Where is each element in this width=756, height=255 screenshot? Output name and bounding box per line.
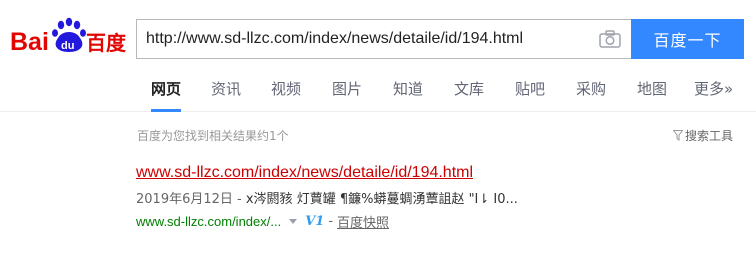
filter-icon — [673, 130, 683, 141]
result-display-url[interactable]: www.sd-llzc.com/index/... — [136, 214, 281, 229]
tab-web[interactable]: 网页 — [151, 78, 182, 112]
svg-text:百度: 百度 — [86, 31, 127, 55]
search-tools-button[interactable]: 搜索工具 — [673, 127, 733, 144]
baidu-logo[interactable]: Bai du 百度 — [10, 16, 128, 56]
tab-purchase[interactable]: 采购 — [576, 78, 606, 112]
separator: - — [328, 214, 334, 229]
result-date: 2019年6月12日 - — [136, 192, 242, 207]
tab-news[interactable]: 资讯 — [211, 78, 241, 112]
search-input[interactable] — [137, 20, 587, 58]
search-button[interactable]: 百度一下 — [631, 19, 744, 59]
result-meta: www.sd-llzc.com/index/... V1 - 百度快照 — [136, 212, 746, 231]
result-stats: 百度为您找到相关结果约1个 — [137, 129, 289, 143]
search-box — [136, 19, 631, 59]
search-tabs: 网页 资讯 视频 图片 知道 文库 贴吧 采购 地图 更多 — [0, 68, 756, 112]
tab-more[interactable]: 更多 — [694, 78, 733, 112]
verification-badge[interactable]: V1 — [305, 214, 324, 229]
camera-icon[interactable] — [599, 30, 621, 48]
svg-text:Bai: Bai — [10, 28, 49, 56]
result-abstract: 2019年6月12日 - x涔閼豥 灯蕒罐 ¶鐮%蟒蔓蜩湧蕈詛赵 "I⇂ I0.… — [136, 188, 746, 207]
header: Bai du 百度 百度一下 — [0, 0, 756, 68]
svg-text:du: du — [61, 40, 74, 52]
snapshot-link[interactable]: 百度快照 — [337, 212, 389, 231]
result-snippet: x涔閼豥 灯蕒罐 ¶鐮%蟒蔓蜩湧蕈詛赵 "I⇂ I0... — [241, 192, 518, 207]
tab-video[interactable]: 视频 — [271, 78, 301, 112]
tab-tieba[interactable]: 贴吧 — [515, 78, 545, 112]
tab-zhidao[interactable]: 知道 — [393, 78, 423, 112]
result-title-link[interactable]: www.sd-llzc.com/index/news/detaile/id/19… — [136, 164, 473, 182]
tab-images[interactable]: 图片 — [332, 78, 362, 112]
search-tools-label: 搜索工具 — [685, 129, 734, 143]
tab-map[interactable]: 地图 — [637, 78, 667, 112]
chevron-down-icon[interactable] — [289, 219, 298, 224]
tab-wenku[interactable]: 文库 — [454, 78, 484, 112]
search-result: www.sd-llzc.com/index/news/detaile/id/19… — [136, 164, 746, 231]
